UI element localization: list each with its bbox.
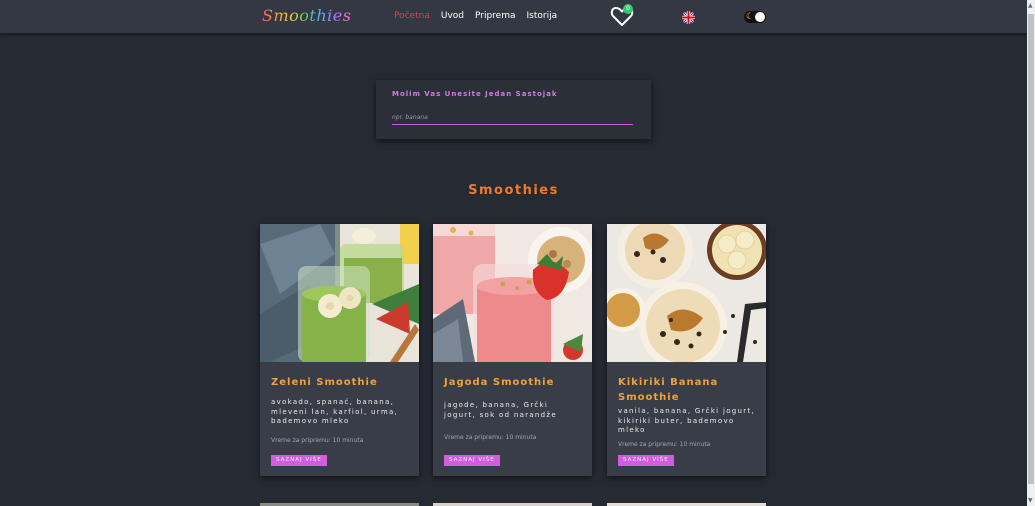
- search-label: Molim Vas Unesite Jedan Sastojak: [392, 90, 558, 98]
- recipe-card-jagoda: Jagoda Smoothie jagode, banana, Grčki jo…: [433, 224, 592, 476]
- favorites-count-badge: 0: [623, 4, 633, 14]
- scroll-up-arrow-icon[interactable]: ▲: [1028, 2, 1033, 9]
- card-ingredients: avokado, spanać, banana, mleveni lan, ka…: [271, 398, 399, 425]
- site-logo[interactable]: Smoothies: [262, 6, 351, 25]
- toggle-knob: [755, 12, 765, 22]
- strawberry-smoothie-image: [433, 224, 592, 362]
- learn-more-button[interactable]: SAZNAJ VIŠE: [444, 455, 500, 466]
- card-title: Zeleni Smoothie: [271, 377, 378, 388]
- nav-links: Početna Uvod Priprema Istorija: [394, 11, 557, 21]
- nav-link-pocetna[interactable]: Početna: [394, 11, 430, 21]
- section-title: Smoothies: [468, 183, 559, 198]
- learn-more-button[interactable]: SAZNAJ VIŠE: [271, 455, 327, 466]
- card-prep-time: Vreme za pripremu: 10 minuta: [444, 434, 537, 441]
- scroll-down-arrow-icon[interactable]: ▼: [1028, 497, 1033, 504]
- nav-link-uvod[interactable]: Uvod: [441, 11, 464, 21]
- theme-toggle[interactable]: ☾: [744, 11, 766, 23]
- nav-link-istorija[interactable]: Istorija: [527, 11, 558, 21]
- card-ingredients: jagode, banana, Grčki jogurt, sok od nar…: [444, 401, 557, 419]
- learn-more-button[interactable]: SAZNAJ VIŠE: [618, 455, 674, 466]
- navbar: Smoothies Početna Uvod Priprema Istorija…: [0, 0, 1027, 34]
- peanut-banana-smoothie-image: [607, 224, 766, 362]
- recipe-card-kikiriki-banana: Kikiriki Banana Smoothie vanila, banana,…: [607, 224, 766, 476]
- search-card: Molim Vas Unesite Jedan Sastojak: [376, 80, 651, 139]
- scroll-thumb[interactable]: [1028, 14, 1034, 484]
- card-title: Jagoda Smoothie: [444, 377, 555, 388]
- card-prep-time: Vreme za pripremu: 10 minuta: [618, 441, 711, 448]
- card-title: Kikiriki Banana Smoothie: [618, 377, 719, 403]
- recipe-card-zeleni: Zeleni Smoothie avokado, spanać, banana,…: [260, 224, 419, 476]
- nav-link-priprema[interactable]: Priprema: [475, 11, 516, 21]
- ingredient-search-input[interactable]: [392, 111, 633, 125]
- card-ingredients: vanila, banana, Grčki jogurt, kikiriki b…: [618, 407, 756, 434]
- green-smoothie-image: [260, 224, 419, 362]
- card-prep-time: Vreme za pripremu: 10 minuta: [271, 437, 364, 444]
- page-scrollbar[interactable]: ▲ ▼: [1027, 0, 1035, 506]
- moon-icon: ☾: [746, 12, 755, 22]
- uk-flag-icon[interactable]: [682, 11, 695, 24]
